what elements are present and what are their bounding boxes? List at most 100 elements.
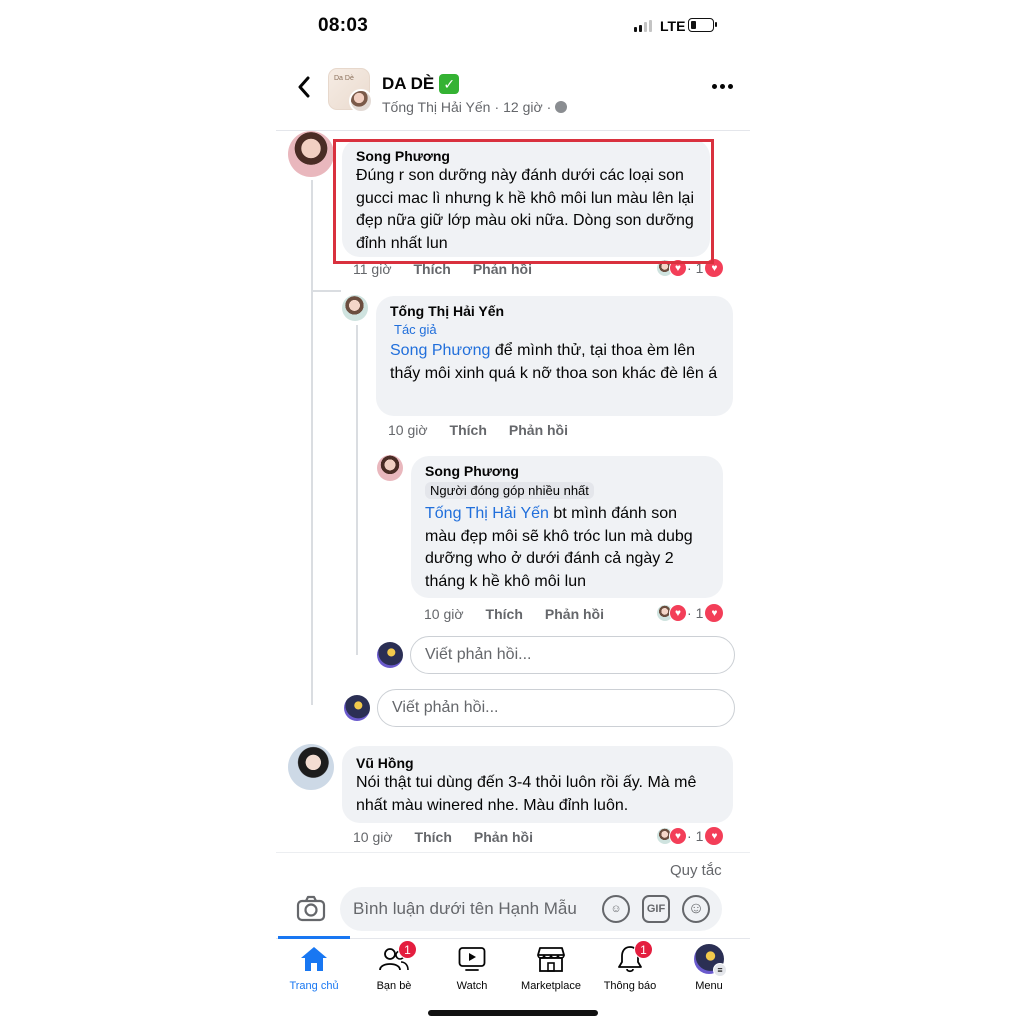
comment-actions: 10 giờ Thích Phản hồi [353, 829, 533, 845]
avatar[interactable] [288, 744, 334, 790]
battery-icon [688, 18, 717, 32]
mention-link[interactable]: Song Phương [390, 342, 490, 359]
composer-tools: ☺ GIF ☺ [602, 895, 710, 923]
bell-icon: 1 [615, 940, 653, 974]
notification-badge: 1 [634, 940, 653, 959]
comment-author[interactable]: Vũ Hồng [356, 754, 719, 772]
globe-icon [555, 101, 568, 113]
post-time: 12 giờ [503, 99, 543, 115]
meta-separator: · [494, 99, 500, 115]
comment-author[interactable]: Tống Thị Hải Yến [390, 302, 719, 320]
header-divider [276, 130, 750, 131]
hamburger-icon: ≡ [713, 963, 727, 977]
marketplace-icon [536, 944, 566, 974]
reply-button[interactable]: Phản hồi [474, 829, 533, 845]
menu-avatar-icon: ≡ [694, 944, 727, 977]
comment-bubble: Tống Thị Hải Yến Tác giả Song Phương để … [376, 296, 733, 416]
tab-label: Bạn bè [376, 980, 412, 992]
phone-screen: 08:03 LTE Da Dè DA DÈ ✓ Tống Thị Hải Yến… [276, 0, 750, 1024]
page-name: DA DÈ [382, 74, 435, 93]
comment-input[interactable]: Bình luận dưới tên Hạnh Mẫu ☺ GIF ☺ [340, 887, 722, 931]
scroll-divider [276, 852, 750, 853]
reply-placeholder: Viết phản hồi... [425, 646, 532, 663]
page-avatar[interactable]: Da Dè [328, 68, 373, 113]
separator-dot: · [546, 99, 552, 115]
reaction-separator: · [687, 605, 692, 621]
avatar-sticker-icon[interactable]: ☺ [602, 895, 630, 923]
tab-menu[interactable]: ≡ Menu [669, 944, 749, 1000]
post-author[interactable]: Tống Thị Hải Yến [382, 99, 490, 115]
gif-icon[interactable]: GIF [642, 895, 670, 923]
chevron-left-icon [298, 76, 310, 98]
active-tab-indicator [278, 936, 350, 939]
tab-notifications[interactable]: 1 Thông báo [590, 940, 670, 1000]
like-button[interactable]: Thích [415, 829, 452, 845]
comment-time: 10 giờ [388, 422, 428, 438]
comment-time: 10 giờ [353, 829, 393, 845]
reaction-summary[interactable]: ♥ · 1 ♥ [656, 604, 724, 622]
tab-marketplace[interactable]: Marketplace [511, 944, 591, 1000]
comment-text: Tống Thị Hải Yến bt mình đánh son màu đẹ… [425, 503, 709, 593]
signal-icon [634, 20, 652, 32]
heart-icon: ♥ [669, 604, 687, 622]
comment-time: 10 giờ [424, 606, 464, 622]
tab-label: Watch [456, 980, 488, 992]
tab-label: Menu [695, 980, 723, 992]
check-mark-icon: ✓ [439, 74, 460, 94]
more-options-button[interactable] [712, 80, 733, 93]
back-button[interactable] [292, 73, 316, 101]
page-avatar-logo-text: Da Dè [334, 75, 354, 82]
rules-link[interactable]: Quy tắc [670, 862, 722, 879]
reply-placeholder: Viết phản hồi... [392, 699, 499, 716]
like-button[interactable]: Thích [450, 422, 487, 438]
home-indicator [428, 1010, 598, 1016]
reaction-summary[interactable]: ♥ · 1 ♥ [656, 827, 724, 845]
tab-watch[interactable]: Watch [432, 944, 512, 1000]
tab-label: Thông báo [603, 980, 657, 992]
emoji-icon[interactable]: ☺ [682, 895, 710, 923]
avatar[interactable] [377, 455, 403, 481]
reaction-count: 1 [695, 605, 704, 621]
reply-input[interactable]: Viết phản hồi... [410, 636, 735, 674]
heart-icon: ♥ [705, 604, 724, 622]
heart-icon: ♥ [705, 827, 724, 845]
comment-actions: 10 giờ Thích Phản hồi [388, 422, 568, 438]
author-badge: Tác giả [394, 322, 437, 337]
post-meta: Tống Thị Hải Yến · 12 giờ · [382, 99, 568, 115]
reply-input[interactable]: Viết phản hồi... [377, 689, 735, 727]
avatar[interactable] [342, 295, 368, 321]
reaction-separator: · [687, 828, 692, 844]
comment-bubble: Vũ Hồng Nói thật tui dùng đến 3-4 thỏi l… [342, 746, 733, 823]
friends-icon: 1 [379, 940, 417, 974]
reply-button[interactable]: Phản hồi [509, 422, 568, 438]
watch-icon [457, 944, 487, 974]
tab-friends[interactable]: 1 Bạn bè [354, 940, 434, 1000]
my-avatar [377, 642, 403, 668]
page-title[interactable]: DA DÈ ✓ [382, 74, 460, 94]
reaction-count: 1 [695, 828, 704, 844]
comment-placeholder: Bình luận dưới tên Hạnh Mẫu [353, 899, 577, 918]
top-contributor-badge: Người đóng góp nhiều nhất [425, 482, 594, 499]
mention-link[interactable]: Tống Thị Hải Yến [425, 505, 549, 522]
notification-badge: 1 [398, 940, 417, 959]
highlight-box [333, 139, 714, 264]
comment-bubble: Song Phương Người đóng góp nhiều nhất Tố… [411, 456, 723, 598]
comment-author[interactable]: Song Phương [425, 462, 709, 480]
network-label: LTE [660, 18, 686, 34]
comment-text: Song Phương để mình thử, tại thoa èm lên… [390, 340, 719, 385]
more-dots-icon [712, 84, 717, 89]
reply-button[interactable]: Phản hồi [545, 606, 604, 622]
comment-text: Nói thật tui dùng đến 3-4 thỏi luôn rồi … [356, 774, 697, 814]
tab-home[interactable]: Trang chủ [274, 944, 354, 1000]
author-avatar [349, 89, 373, 113]
tab-label: Marketplace [521, 980, 581, 992]
camera-icon [296, 895, 326, 922]
comment-actions: 10 giờ Thích Phản hồi [424, 606, 604, 622]
like-button[interactable]: Thích [486, 606, 523, 622]
avatar[interactable] [288, 131, 334, 177]
thread-line-inner [356, 325, 358, 655]
thread-line-connector [311, 290, 341, 292]
status-time: 08:03 [318, 15, 369, 36]
camera-button[interactable] [296, 894, 326, 924]
thread-line [311, 180, 313, 705]
